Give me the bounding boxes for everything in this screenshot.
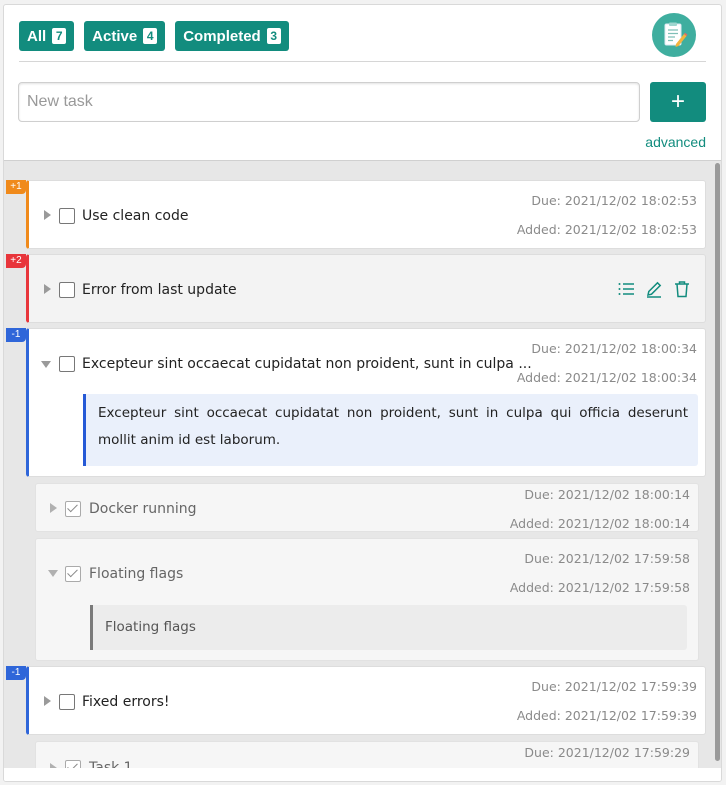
filter-active-count: 4 (143, 28, 158, 44)
trash-icon[interactable] (673, 280, 691, 298)
header-divider (19, 61, 706, 62)
new-task-input[interactable] (18, 82, 640, 122)
subtask-item[interactable]: Task 1 Due: 2021/12/02 17:59:29 (35, 741, 699, 770)
task-item[interactable]: +2 Error from last update (6, 254, 706, 323)
filter-all-button[interactable]: All 7 (19, 21, 75, 51)
task-checkbox-checked[interactable] (65, 501, 81, 517)
task-title: Floating flags (89, 566, 184, 582)
task-added-date: Added: 2021/12/02 18:00:14 (509, 516, 690, 531)
task-checkbox-checked[interactable] (65, 566, 81, 582)
filter-completed-count: 3 (266, 28, 281, 44)
filter-completed-button[interactable]: Completed 3 (175, 21, 289, 51)
list-icon[interactable] (617, 280, 635, 298)
task-checkbox[interactable] (59, 356, 75, 372)
task-due-date: Due: 2021/12/02 17:59:58 (524, 551, 690, 566)
priority-badge: +2 (6, 254, 26, 268)
subtask-item[interactable]: Docker running Due: 2021/12/02 18:00:14 … (35, 483, 699, 532)
notepad-pencil-icon (652, 13, 696, 57)
task-description: Excepteur sint occaecat cupidatat non pr… (83, 394, 698, 466)
caret-right-icon[interactable] (41, 695, 53, 707)
task-item[interactable]: -1 Fixed errors! Due: 2021/12/02 17:59:3… (6, 666, 706, 735)
task-due-date: Due: 2021/12/02 17:59:39 (531, 679, 697, 694)
caret-right-icon[interactable] (47, 502, 59, 514)
filter-active-button[interactable]: Active 4 (84, 21, 166, 51)
caret-down-icon[interactable] (40, 358, 52, 370)
priority-badge: -1 (6, 328, 26, 342)
task-title: Use clean code (82, 208, 189, 224)
task-due-date: Due: 2021/12/02 17:59:29 (524, 745, 690, 760)
task-item[interactable]: -1 Excepteur sint occaecat cupidatat non… (6, 328, 706, 477)
footer-strip (4, 768, 721, 781)
todo-app: All 7 Active 4 Completed 3 + advanced (3, 4, 722, 782)
add-task-button[interactable]: + (650, 82, 706, 122)
task-title: Error from last update (82, 282, 237, 298)
task-added-date: Added: 2021/12/02 17:59:58 (509, 580, 690, 595)
filter-all-label: All (27, 27, 47, 45)
task-item[interactable]: +1 Use clean code Due: 2021/12/02 18:02:… (6, 180, 706, 249)
task-checkbox[interactable] (59, 208, 75, 224)
scrollbar[interactable] (715, 163, 720, 761)
subtask-item[interactable]: Floating flags Due: 2021/12/02 17:59:58 … (35, 538, 699, 661)
task-list: +1 Use clean code Due: 2021/12/02 18:02:… (4, 160, 721, 770)
filter-bar: All 7 Active 4 Completed 3 (19, 21, 289, 51)
task-added-date: Added: 2021/12/02 17:59:39 (516, 708, 697, 723)
priority-badge: +1 (6, 180, 26, 194)
edit-icon[interactable] (645, 280, 663, 298)
caret-right-icon[interactable] (41, 209, 53, 221)
task-due-date: Due: 2021/12/02 18:00:34 (531, 341, 697, 356)
task-added-date: Added: 2021/12/02 18:00:34 (516, 370, 697, 385)
task-title: Docker running (89, 501, 197, 517)
task-title: Excepteur sint occaecat cupidatat non pr… (82, 356, 532, 372)
task-title: Fixed errors! (82, 694, 170, 710)
filter-completed-label: Completed (183, 27, 261, 45)
task-actions (617, 280, 691, 298)
priority-badge: -1 (6, 666, 26, 680)
filter-all-count: 7 (52, 28, 67, 44)
task-due-date: Due: 2021/12/02 18:02:53 (531, 193, 697, 208)
advanced-link[interactable]: advanced (645, 134, 706, 150)
task-due-date: Due: 2021/12/02 18:00:14 (524, 487, 690, 502)
task-checkbox[interactable] (59, 282, 75, 298)
task-added-date: Added: 2021/12/02 18:02:53 (516, 222, 697, 237)
caret-down-icon[interactable] (47, 567, 59, 579)
caret-right-icon[interactable] (41, 283, 53, 295)
task-description: Floating flags (90, 605, 687, 650)
filter-active-label: Active (92, 27, 138, 45)
task-checkbox[interactable] (59, 694, 75, 710)
